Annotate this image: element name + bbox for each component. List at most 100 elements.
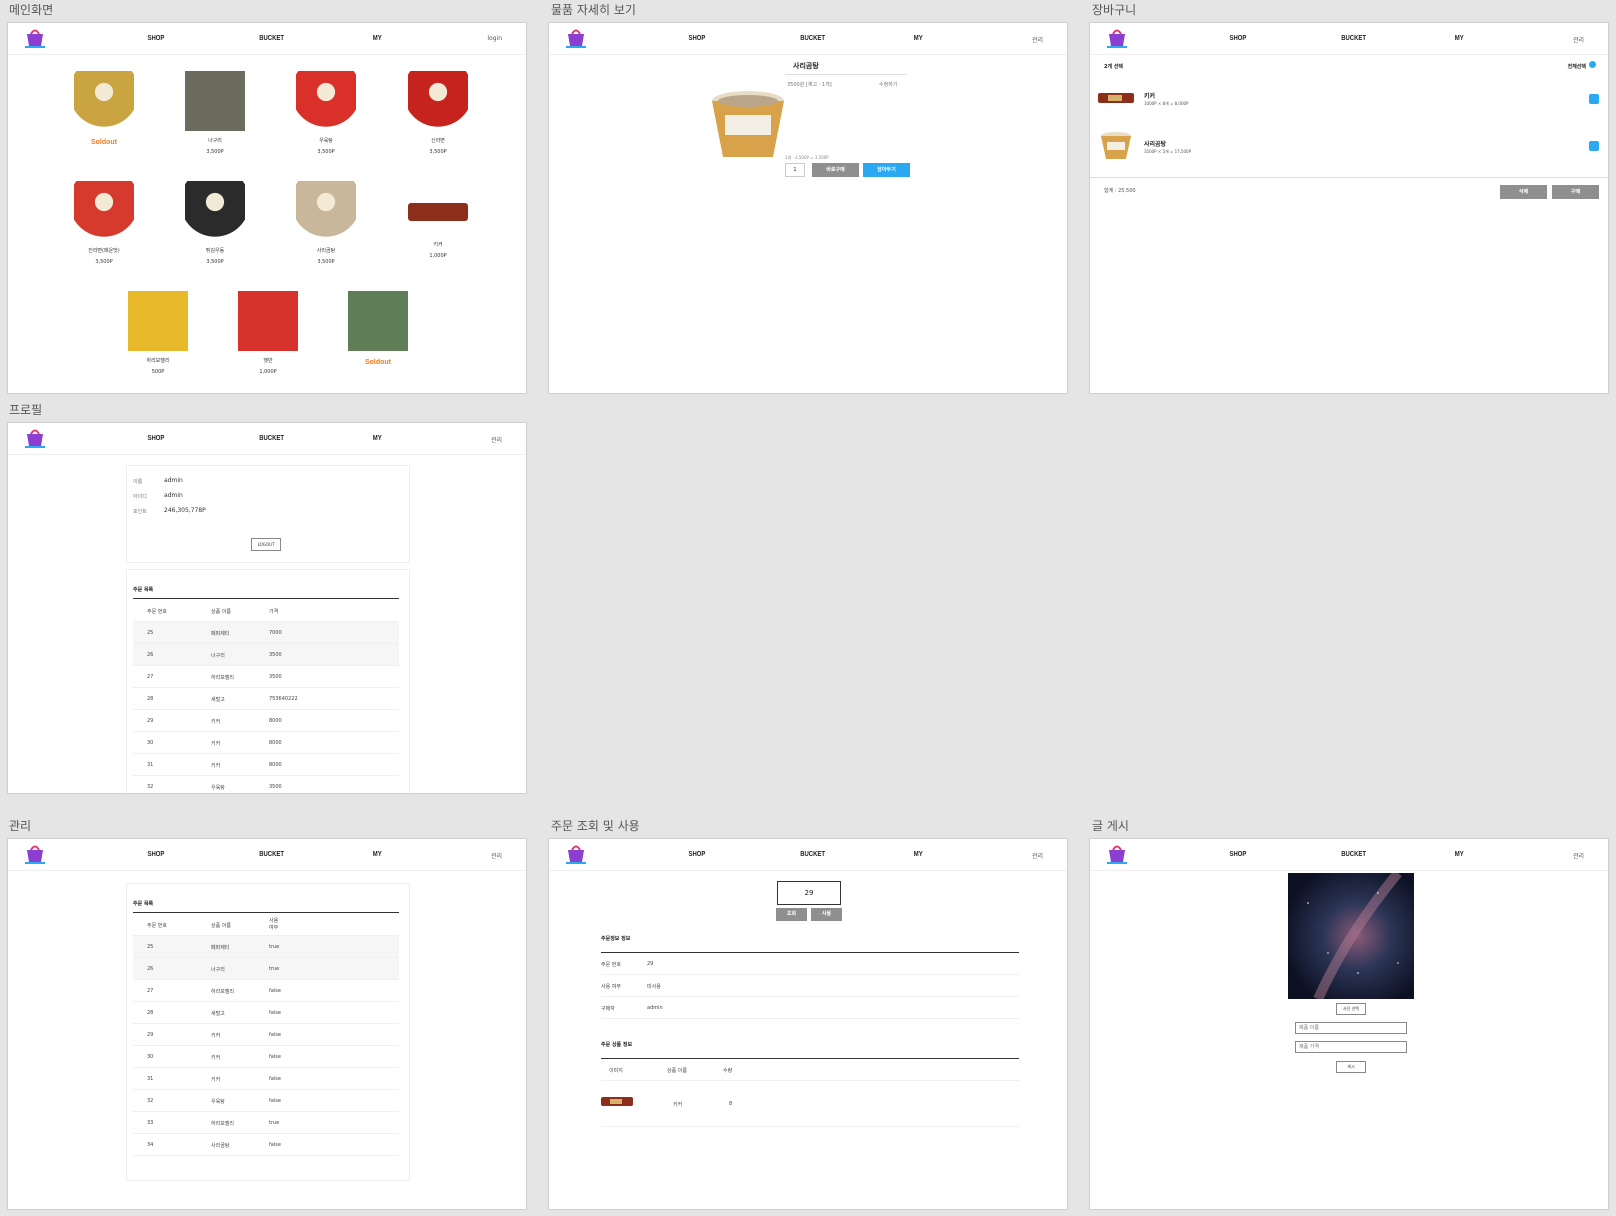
product-card[interactable]: 키커 1,000P bbox=[398, 181, 478, 259]
use-button[interactable]: 사용 bbox=[811, 908, 842, 921]
product-card[interactable]: 사리곰탕 3,500P bbox=[286, 181, 366, 265]
table-row[interactable]: 29 키커 false bbox=[133, 1024, 399, 1046]
logout-button[interactable]: LOGOUT bbox=[251, 538, 281, 551]
table-row[interactable]: 32 우육탕 false bbox=[133, 1090, 399, 1112]
col-quantity: 수량 bbox=[723, 1068, 733, 1074]
quantity-input[interactable]: 1 bbox=[785, 163, 805, 177]
nav-shop[interactable]: SHOP bbox=[147, 435, 164, 442]
cart-item-checkbox[interactable] bbox=[1589, 94, 1599, 104]
shop-bag-logo-icon[interactable] bbox=[1104, 26, 1130, 52]
delete-button[interactable]: 삭제 bbox=[1500, 185, 1547, 199]
nav-login[interactable]: login bbox=[487, 35, 502, 42]
product-card[interactable]: 너구리 3,500P bbox=[175, 71, 255, 155]
shop-bag-logo-icon[interactable] bbox=[563, 842, 589, 868]
nav-bucket[interactable]: BUCKET bbox=[1341, 851, 1366, 858]
order-info-title: 주문정보 정보 bbox=[601, 936, 631, 942]
shop-bag-logo-icon[interactable] bbox=[563, 26, 589, 52]
cart-item-checkbox[interactable] bbox=[1589, 141, 1599, 151]
table-row[interactable]: 25 페퍼제티 true bbox=[133, 936, 399, 958]
product-name-input[interactable]: 제품 이름 bbox=[1295, 1022, 1407, 1034]
table-row[interactable]: 28 새털고 false bbox=[133, 1002, 399, 1024]
add-to-cart-button[interactable]: 담아두기 bbox=[863, 163, 910, 177]
table-cell: 30 bbox=[147, 740, 154, 746]
table-row[interactable]: 30 키커 false bbox=[133, 1046, 399, 1068]
nav-my[interactable]: MY bbox=[914, 35, 923, 42]
nav-shop[interactable]: SHOP bbox=[147, 35, 164, 42]
table-row[interactable]: 31 키커 false bbox=[133, 1068, 399, 1090]
nav-shop[interactable]: SHOP bbox=[688, 35, 705, 42]
table-row[interactable]: 26 너구리 true bbox=[133, 958, 399, 980]
purchase-button[interactable]: 구매 bbox=[1552, 185, 1599, 199]
nav-my[interactable]: MY bbox=[1455, 35, 1464, 42]
shop-bag-logo-icon[interactable] bbox=[22, 842, 48, 868]
shop-bag-logo-icon[interactable] bbox=[1104, 842, 1130, 868]
product-card[interactable]: 하리보젤리 500P bbox=[118, 291, 198, 375]
table-cell: 3500 bbox=[269, 652, 282, 658]
table-row[interactable]: 34 사리곰탕 false bbox=[133, 1134, 399, 1156]
nav-my[interactable]: MY bbox=[373, 851, 382, 858]
table-row[interactable]: 26 너구리 3500 bbox=[133, 644, 399, 666]
nav-shop[interactable]: SHOP bbox=[147, 851, 164, 858]
nav-bucket[interactable]: BUCKET bbox=[259, 35, 284, 42]
table-row[interactable]: 27 하리보젤리 3500 bbox=[133, 666, 399, 688]
table-cell: 새털고 bbox=[211, 697, 225, 703]
nav-bucket[interactable]: BUCKET bbox=[800, 35, 825, 42]
product-card[interactable]: 우육탕 3,500P bbox=[286, 71, 366, 155]
nav-admin[interactable]: 관리 bbox=[491, 851, 502, 860]
table-cell: 30 bbox=[147, 1054, 154, 1060]
nav-bucket[interactable]: BUCKET bbox=[259, 435, 284, 442]
shop-bag-logo-icon[interactable] bbox=[22, 426, 48, 452]
product-card[interactable]: 진라면(매운맛) 3,500P bbox=[64, 181, 144, 265]
table-row[interactable]: 28 새털고 753640222 bbox=[133, 688, 399, 710]
table-row[interactable]: 25 페퍼제티 7000 bbox=[133, 622, 399, 644]
select-photo-button[interactable]: 사진 선택 bbox=[1336, 1003, 1366, 1015]
nav-my[interactable]: MY bbox=[914, 851, 923, 858]
nav-bucket[interactable]: BUCKET bbox=[259, 851, 284, 858]
edit-link[interactable]: 수정하기 bbox=[879, 81, 897, 88]
table-row[interactable]: 32 우육탕 3500 bbox=[133, 776, 399, 793]
product-card[interactable]: 튀김우동 3,500P bbox=[175, 181, 255, 265]
search-button[interactable]: 조회 bbox=[776, 908, 807, 921]
nav-shop[interactable]: SHOP bbox=[1229, 851, 1246, 858]
select-all-checkbox[interactable] bbox=[1589, 61, 1596, 68]
nav-my[interactable]: MY bbox=[373, 435, 382, 442]
product-price-stock: 3500원 [재고 : 1개] bbox=[787, 82, 832, 88]
info-label: 사용 여부 bbox=[601, 984, 621, 990]
product-card[interactable]: 햇반 1,000P bbox=[228, 291, 308, 375]
buy-now-button[interactable]: 바로구매 bbox=[812, 163, 859, 177]
table-cell: false bbox=[269, 1054, 281, 1060]
order-number-input[interactable]: 29 bbox=[777, 881, 841, 905]
nav-admin[interactable]: 관리 bbox=[491, 435, 502, 444]
select-all-label[interactable]: 전체선택 bbox=[1568, 63, 1586, 70]
product-card[interactable]: Soldout bbox=[64, 71, 144, 146]
nav-admin[interactable]: 관리 bbox=[1032, 35, 1043, 44]
nav-admin[interactable]: 관리 bbox=[1032, 851, 1043, 860]
table-row[interactable]: 27 하리보젤리 false bbox=[133, 980, 399, 1002]
nav-admin[interactable]: 관리 bbox=[1573, 851, 1584, 860]
product-card[interactable]: 신라면 3,500P bbox=[398, 71, 478, 155]
product-price-input[interactable]: 제품 가격 bbox=[1295, 1041, 1407, 1053]
name-value: admin bbox=[164, 477, 183, 484]
product-card[interactable]: Soldout bbox=[338, 291, 418, 366]
shop-bag-logo-icon[interactable] bbox=[22, 26, 48, 52]
table-cell: 우육탕 bbox=[211, 1099, 225, 1105]
nav-my[interactable]: MY bbox=[373, 35, 382, 42]
nav-shop[interactable]: SHOP bbox=[1229, 35, 1246, 42]
table-cell: 7000 bbox=[269, 630, 282, 636]
table-row[interactable]: 31 키커 8000 bbox=[133, 754, 399, 776]
table-row[interactable]: 33 하리보젤리 true bbox=[133, 1112, 399, 1134]
product-name: 진라면(매운맛) bbox=[88, 248, 120, 254]
table-cell: 28 bbox=[147, 696, 154, 702]
nav-bucket[interactable]: BUCKET bbox=[1341, 35, 1366, 42]
nav-bucket[interactable]: BUCKET bbox=[800, 851, 825, 858]
ramen-cup-icon bbox=[296, 71, 356, 131]
table-row[interactable]: 30 키커 8000 bbox=[133, 732, 399, 754]
nav-admin[interactable]: 관리 bbox=[1573, 35, 1584, 44]
table-row[interactable]: 29 키커 8000 bbox=[133, 710, 399, 732]
ramen-cup-icon bbox=[185, 181, 245, 241]
table-cell: 키커 bbox=[211, 1033, 221, 1039]
nav-my[interactable]: MY bbox=[1455, 851, 1464, 858]
info-label: 구매자 bbox=[601, 1006, 615, 1012]
nav-shop[interactable]: SHOP bbox=[688, 851, 705, 858]
submit-post-button[interactable]: 게시 bbox=[1336, 1061, 1366, 1073]
